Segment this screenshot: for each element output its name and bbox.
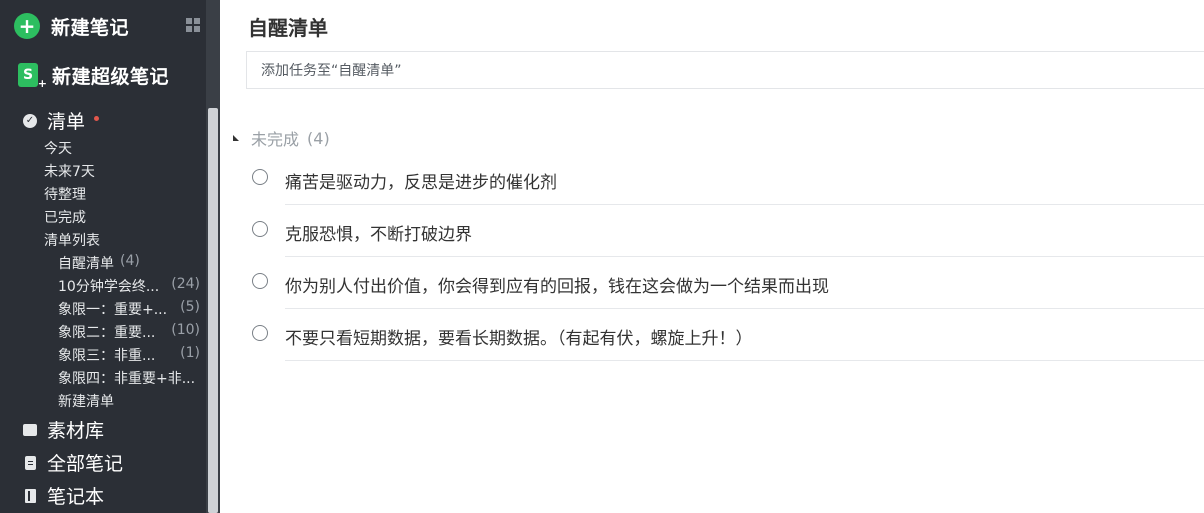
task-checkbox[interactable]	[252, 221, 268, 237]
list-item-count: (1)	[180, 345, 200, 361]
sidebar-item-next-7-days[interactable]: 未来7天	[44, 161, 95, 181]
sidebar-item-list-of-lists[interactable]: 清单列表	[44, 230, 100, 250]
task-checkbox[interactable]	[252, 325, 268, 341]
list-item[interactable]: 自醒清单 (4)	[58, 253, 206, 273]
list-item[interactable]: 象限三：非重... (1)	[58, 345, 200, 365]
list-item-count: (10)	[171, 322, 200, 338]
sidebar-item-material-library[interactable]: 素材库	[22, 416, 104, 443]
list-item-count: (24)	[171, 276, 200, 292]
list-item-label: 新建清单	[58, 394, 114, 410]
sidebar-item-label: 全部笔记	[47, 453, 124, 475]
check-circle-icon: ✓	[22, 113, 38, 129]
sidebar-item-notebooks[interactable]: 笔记本	[22, 482, 104, 509]
list-item-count: (5)	[180, 299, 200, 315]
sidebar-item-label: 清单列表	[44, 233, 100, 249]
sidebar-item-label: 今天	[44, 141, 72, 157]
list-item-label: 象限四：非重要+非...	[58, 371, 196, 387]
list-item-label: 10分钟学会终...	[58, 279, 160, 295]
notebook-icon	[22, 488, 38, 504]
super-note-icon: S +	[18, 63, 47, 90]
sidebar-item-label: 未来7天	[44, 164, 95, 180]
task-text[interactable]: 你为别人付出价值，你会得到应有的回报，钱在这会做为一个结果而出现	[285, 272, 829, 297]
new-super-note-button[interactable]: S + 新建超级笔记	[18, 61, 170, 90]
task-row: 不要只看短期数据，要看长期数据。（有起有伏，螺旋上升！）	[252, 309, 1204, 361]
note-icon	[22, 455, 38, 471]
list-item-label: 自醒清单	[58, 256, 114, 272]
list-item[interactable]: 象限二：重要... (10)	[58, 322, 200, 342]
plus-icon: +	[14, 13, 40, 39]
sidebar: + 新建笔记 S + 新建超级笔记 ✓ 清单 今天 未来7天 待整理 已完成 清单…	[0, 0, 220, 513]
notification-dot	[94, 116, 100, 121]
list-item[interactable]: 象限四：非重要+非...	[58, 368, 204, 388]
task-text[interactable]: 克服恐惧，不断打破边界	[285, 220, 472, 245]
list-item-label: 象限三：非重...	[58, 348, 156, 364]
task-text[interactable]: 痛苦是驱动力，反思是进步的催化剂	[285, 168, 557, 193]
sidebar-item-to-organize[interactable]: 待整理	[44, 184, 86, 204]
add-task-placeholder: 添加任务至“自醒清单”	[261, 63, 402, 79]
sidebar-item-label: 素材库	[47, 420, 105, 442]
drawer-icon	[22, 422, 38, 438]
task-row: 痛苦是驱动力，反思是进步的催化剂	[252, 153, 1204, 205]
new-list-button[interactable]: 新建清单	[58, 391, 114, 411]
page-title: 自醒清单	[248, 16, 328, 40]
list-item-label: 象限二：重要...	[58, 325, 156, 341]
task-checkbox[interactable]	[252, 273, 268, 289]
sidebar-item-today[interactable]: 今天	[44, 138, 72, 158]
new-note-button[interactable]: + 新建笔记	[14, 12, 129, 40]
sidebar-item-all-notes[interactable]: 全部笔记	[22, 449, 123, 476]
sidebar-item-label: 已完成	[44, 210, 86, 226]
sidebar-item-label: 笔记本	[47, 486, 105, 508]
sidebar-scrollbar-thumb[interactable]	[208, 108, 218, 513]
add-task-input[interactable]: 添加任务至“自醒清单”	[246, 51, 1204, 89]
task-text[interactable]: 不要只看短期数据，要看长期数据。（有起有伏，螺旋上升！）	[285, 324, 753, 349]
list-item-count: (4)	[120, 253, 140, 269]
divider	[285, 360, 1204, 361]
task-row: 你为别人付出价值，你会得到应有的回报，钱在这会做为一个结果而出现	[252, 257, 1204, 309]
incomplete-section-toggle[interactable]: 未完成 (4)	[233, 126, 330, 150]
main-panel: 自醒清单 添加任务至“自醒清单” 未完成 (4) 痛苦是驱动力，反思是进步的催化…	[220, 0, 1204, 513]
sidebar-item-completed[interactable]: 已完成	[44, 207, 86, 227]
task-row: 克服恐惧，不断打破边界	[252, 205, 1204, 257]
list-item[interactable]: 10分钟学会终... (24)	[58, 276, 200, 296]
section-label: 未完成	[251, 130, 300, 149]
collapse-triangle-icon	[233, 135, 239, 141]
list-item[interactable]: 象限一：重要+... (5)	[58, 299, 200, 319]
sidebar-item-lists[interactable]: ✓ 清单	[22, 107, 100, 134]
grid-view-icon[interactable]	[186, 18, 200, 32]
new-super-note-label: 新建超级笔记	[52, 65, 170, 88]
sidebar-item-label: 待整理	[44, 187, 86, 203]
new-note-label: 新建笔记	[51, 16, 130, 39]
task-checkbox[interactable]	[252, 169, 268, 185]
sidebar-item-label: 清单	[47, 111, 86, 133]
list-item-label: 象限一：重要+...	[58, 302, 168, 318]
section-count: (4)	[307, 128, 330, 148]
